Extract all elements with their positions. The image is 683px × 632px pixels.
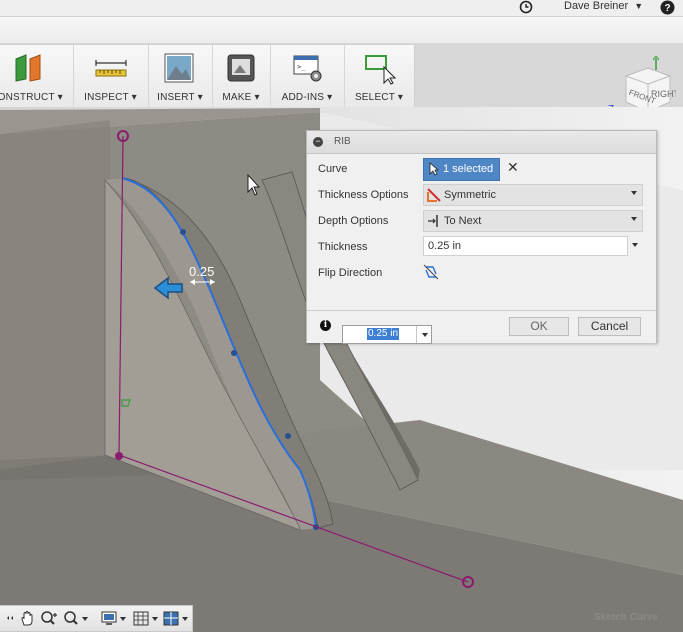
zoom-icon[interactable]	[40, 610, 60, 627]
curve-select-button[interactable]: 1 selected	[423, 158, 500, 181]
toolbar-insert[interactable]: INSERT ▾	[148, 45, 213, 107]
depth-options-value: To Next	[444, 215, 482, 227]
divider	[416, 326, 417, 343]
ok-button[interactable]: OK	[509, 317, 569, 336]
row-curve: Curve 1 selected ✕	[307, 158, 656, 181]
row-depth-options: Depth Options To Next	[307, 210, 656, 232]
insert-image-icon	[164, 53, 194, 83]
navigation-bar	[0, 605, 193, 632]
to-next-icon	[428, 215, 438, 227]
viewports-icon[interactable]	[162, 610, 192, 627]
cancel-button[interactable]: Cancel	[578, 317, 641, 336]
title-bar: Dave Breiner ▼ ?	[0, 0, 683, 17]
clear-selection-icon[interactable]: ✕	[507, 159, 519, 176]
svg-text:>_: >_	[297, 63, 306, 71]
zoom-window-icon[interactable]	[62, 610, 90, 627]
thickness-options-label: Thickness Options	[318, 189, 409, 201]
grid-settings-icon[interactable]	[132, 610, 162, 627]
depth-options-dropdown[interactable]: To Next	[423, 210, 643, 232]
tab-strip	[0, 17, 683, 43]
collapse-icon[interactable]: −	[313, 137, 323, 147]
toolbar-select-label: SELECT ▾	[354, 92, 404, 103]
construct-plane-icon	[15, 54, 41, 82]
row-flip-direction: Flip Direction	[307, 262, 656, 284]
toolbar-addins-label: ADD-INS ▾	[281, 92, 333, 103]
thickness-dropdown-icon[interactable]	[632, 243, 638, 247]
select-cursor-icon	[365, 55, 396, 85]
toolbar-construct[interactable]: CONSTRUCT ▾	[0, 45, 74, 107]
thickness-input[interactable]: 0.25 in	[423, 236, 628, 256]
rib-dialog: − RIB Curve 1 selected ✕ Thickness Optio…	[306, 130, 657, 343]
addins-script-icon: >_	[293, 55, 322, 82]
main-toolbar: CONSTRUCT ▾ INSPECT ▾ INSERT ▾ MAKE ▾ >_	[0, 44, 415, 108]
view-cube-right-face: RIGHT	[651, 89, 676, 99]
caret-down-icon: ▼	[634, 1, 644, 11]
user-menu[interactable]: Dave Breiner ▼	[564, 0, 643, 12]
symmetric-icon	[427, 188, 441, 202]
canvas-thickness-input[interactable]: 0.25 in	[342, 325, 432, 344]
status-text: Sketch Curve	[594, 612, 658, 623]
toolbar-insert-label: INSERT ▾	[157, 92, 203, 103]
flip-direction-label: Flip Direction	[318, 267, 383, 279]
row-thickness: Thickness 0.25 in	[307, 236, 656, 258]
toolbar-inspect[interactable]: INSPECT ▾	[73, 45, 149, 107]
clock-icon[interactable]	[519, 0, 533, 14]
toolbar-construct-label: CONSTRUCT ▾	[0, 92, 63, 103]
thickness-label: Thickness	[318, 241, 368, 253]
thickness-options-value: Symmetric	[444, 189, 496, 201]
flip-direction-icon[interactable]	[423, 264, 439, 280]
info-icon[interactable]: i	[320, 320, 331, 331]
display-settings-icon[interactable]	[100, 610, 130, 627]
toolbar-select[interactable]: SELECT ▾	[344, 45, 414, 107]
toolbar-addins[interactable]: >_ ADD-INS ▾	[270, 45, 345, 107]
row-thickness-options: Thickness Options Symmetric	[307, 184, 656, 206]
curve-selected-count: 1 selected	[443, 163, 494, 175]
depth-options-label: Depth Options	[318, 215, 389, 227]
svg-text:?: ?	[664, 3, 670, 14]
dialog-title: RIB	[334, 136, 351, 147]
thickness-value: 0.25 in	[428, 240, 462, 252]
cursor-icon	[429, 162, 439, 176]
curve-label: Curve	[318, 163, 348, 175]
chevron-down-icon	[631, 191, 637, 195]
toolbar-make-label: MAKE ▾	[222, 92, 260, 103]
chevron-down-icon[interactable]	[422, 333, 428, 337]
canvas-thickness-value: 0.25 in	[367, 328, 400, 340]
toolbar-make[interactable]: MAKE ▾	[212, 45, 271, 107]
chevron-down-icon	[631, 217, 637, 221]
pan-hand-icon[interactable]	[18, 610, 38, 627]
measure-ruler-icon	[95, 60, 127, 77]
toolbar-inspect-label: INSPECT ▾	[84, 92, 137, 103]
dimension-label: 0.25	[189, 264, 215, 279]
user-name: Dave Breiner	[564, 0, 629, 12]
make-3dprint-icon	[227, 54, 255, 82]
help-icon[interactable]: ?	[660, 0, 675, 15]
thickness-options-dropdown[interactable]: Symmetric	[423, 184, 643, 206]
dialog-header: − RIB	[307, 131, 656, 154]
